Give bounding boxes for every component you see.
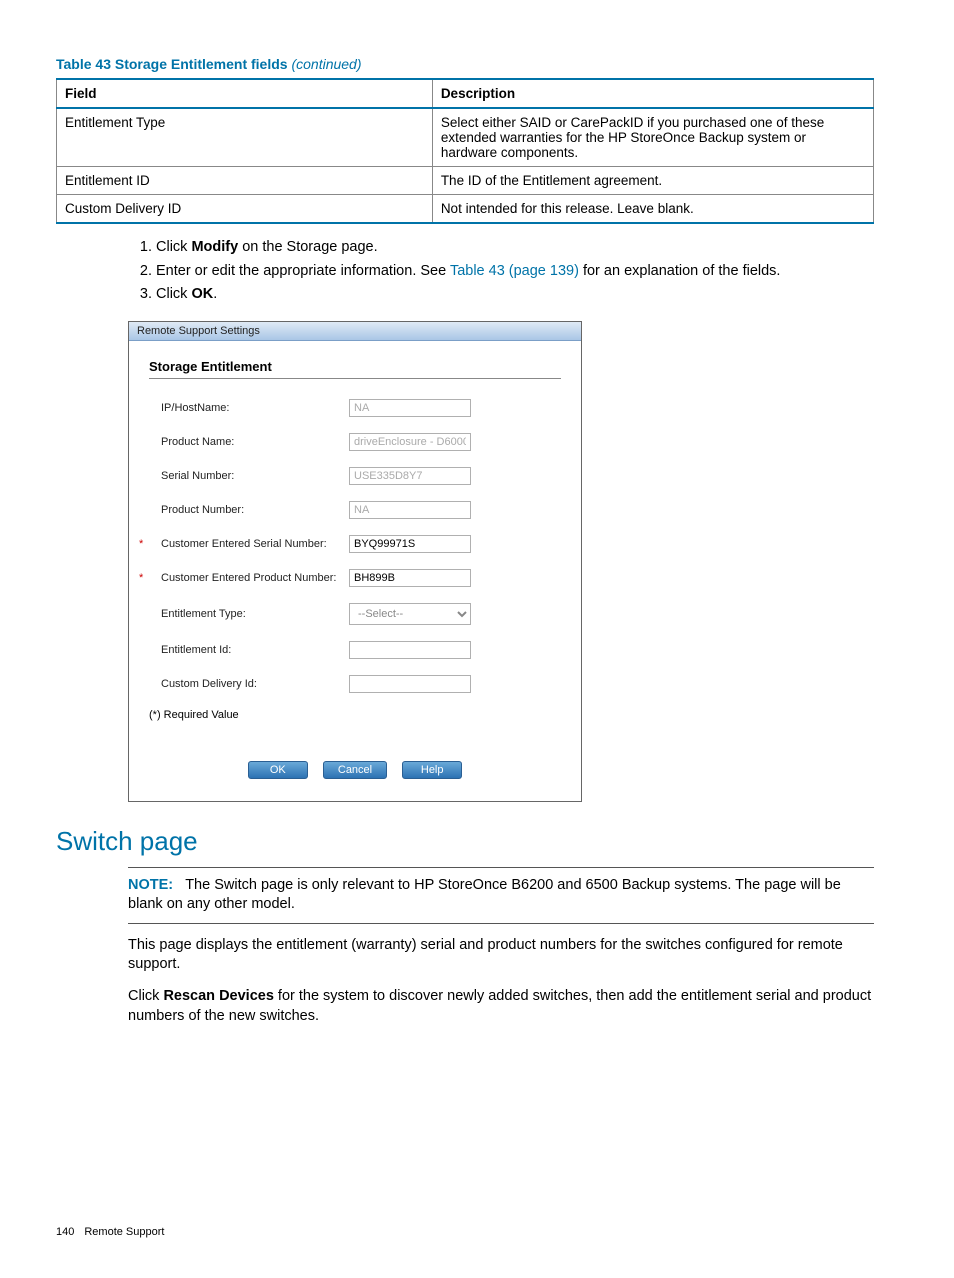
cell-desc: The ID of the Entitlement agreement. [432, 167, 873, 195]
body-paragraph: This page displays the entitlement (warr… [128, 936, 874, 975]
page-number: 140 [56, 1226, 74, 1238]
field-product-name: Product Name: [149, 433, 561, 451]
entitlement-type-select[interactable]: --Select-- [349, 603, 471, 625]
field-label: Custom Delivery Id: [149, 678, 257, 690]
field-customer-product: *Customer Entered Product Number: [149, 569, 561, 587]
step-text: . [213, 286, 217, 302]
section-heading-switch-page: Switch page [56, 826, 874, 857]
col-header-field: Field [57, 79, 433, 108]
body-emphasis: Rescan Devices [163, 988, 273, 1004]
field-label: Entitlement Type: [149, 608, 246, 620]
table-caption-label: Table 43 Storage Entitlement fields [56, 56, 288, 72]
page-footer: 140 Remote Support [56, 1226, 874, 1238]
panel-title: Remote Support Settings [129, 322, 581, 341]
cell-desc: Not intended for this release. Leave bla… [432, 195, 873, 224]
step-text: for an explanation of the fields. [579, 263, 781, 279]
col-header-description: Description [432, 79, 873, 108]
step-emphasis: Modify [191, 239, 238, 255]
serial-number-input [349, 467, 471, 485]
cancel-button[interactable]: Cancel [323, 761, 387, 779]
step-text: Click [156, 286, 191, 302]
field-label: IP/HostName: [149, 402, 229, 414]
step-emphasis: OK [191, 286, 213, 302]
body-paragraph: Click Rescan Devices for the system to d… [128, 987, 874, 1026]
help-button[interactable]: Help [402, 761, 462, 779]
cell-desc: Select either SAID or CarePackID if you … [432, 108, 873, 167]
step-2: Enter or edit the appropriate informatio… [156, 262, 874, 282]
table-caption: Table 43 Storage Entitlement fields (con… [56, 56, 874, 72]
customer-product-input[interactable] [349, 569, 471, 587]
step-1: Click Modify on the Storage page. [156, 238, 874, 258]
required-asterisk-icon: * [139, 538, 149, 550]
required-asterisk-icon: * [139, 572, 149, 584]
field-custom-delivery-id: Custom Delivery Id: [149, 675, 561, 693]
table-row: Entitlement ID The ID of the Entitlement… [57, 167, 874, 195]
table-row: Entitlement Type Select either SAID or C… [57, 108, 874, 167]
note-label: NOTE: [128, 877, 173, 893]
field-label: Serial Number: [149, 470, 234, 482]
product-name-input [349, 433, 471, 451]
cross-reference-link[interactable]: Table 43 (page 139) [450, 263, 579, 279]
step-text: Click [156, 239, 191, 255]
body-text: Click [128, 988, 163, 1004]
custom-delivery-id-input[interactable] [349, 675, 471, 693]
remote-support-settings-panel: Remote Support Settings Storage Entitlem… [128, 321, 582, 802]
procedure-steps: Click Modify on the Storage page. Enter … [56, 238, 874, 305]
note-text: The Switch page is only relevant to HP S… [128, 877, 841, 913]
field-customer-serial: *Customer Entered Serial Number: [149, 535, 561, 553]
panel-section-title: Storage Entitlement [149, 359, 561, 379]
field-serial-number: Serial Number: [149, 467, 561, 485]
footer-section: Remote Support [84, 1226, 164, 1238]
ok-button[interactable]: OK [248, 761, 308, 779]
field-label: Product Name: [149, 436, 234, 448]
field-label: Entitlement Id: [149, 644, 231, 656]
required-value-note: (*) Required Value [149, 709, 561, 721]
cell-field: Custom Delivery ID [57, 195, 433, 224]
step-text: on the Storage page. [238, 239, 377, 255]
step-text: Enter or edit the appropriate informatio… [156, 263, 450, 279]
ip-hostname-input [349, 399, 471, 417]
table-row: Custom Delivery ID Not intended for this… [57, 195, 874, 224]
cell-field: Entitlement ID [57, 167, 433, 195]
cell-field: Entitlement Type [57, 108, 433, 167]
field-ip-hostname: IP/HostName: [149, 399, 561, 417]
entitlement-id-input[interactable] [349, 641, 471, 659]
storage-entitlement-fields-table: Field Description Entitlement Type Selec… [56, 78, 874, 224]
field-entitlement-id: Entitlement Id: [149, 641, 561, 659]
note-block: NOTE: The Switch page is only relevant t… [128, 867, 874, 924]
step-3: Click OK. [156, 285, 874, 305]
field-label: Customer Entered Product Number: [149, 572, 336, 584]
table-caption-continued: (continued) [291, 56, 361, 72]
field-product-number: Product Number: [149, 501, 561, 519]
field-label: Customer Entered Serial Number: [149, 538, 327, 550]
product-number-input [349, 501, 471, 519]
field-entitlement-type: Entitlement Type: --Select-- [149, 603, 561, 625]
field-label: Product Number: [149, 504, 244, 516]
customer-serial-input[interactable] [349, 535, 471, 553]
